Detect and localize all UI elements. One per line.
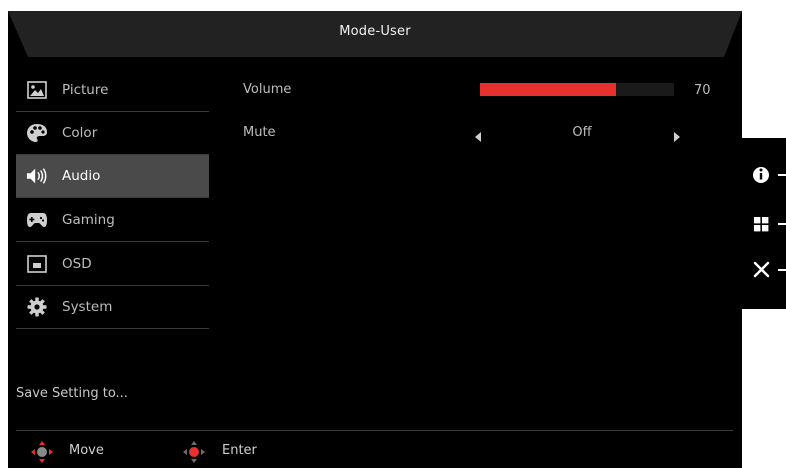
mute-left-arrow-icon[interactable] xyxy=(474,127,482,142)
joystick-move-icon xyxy=(30,440,54,464)
page-title: Mode-User xyxy=(339,24,411,39)
sidebar-item-audio[interactable]: Audio xyxy=(16,155,209,197)
volume-value: 70 xyxy=(694,83,711,98)
palette-icon xyxy=(26,122,48,144)
save-setting-link[interactable]: Save Setting to... xyxy=(16,386,128,401)
sidebar-item-label: System xyxy=(62,299,113,315)
volume-slider-fill xyxy=(480,83,616,96)
sidebar-item-label: Picture xyxy=(62,82,109,98)
menu-grid-icon xyxy=(754,217,769,232)
sidebar-item-label: Color xyxy=(62,125,98,141)
hotkey-info[interactable] xyxy=(741,163,786,187)
mute-value: Off xyxy=(572,125,592,140)
gear-icon xyxy=(26,296,48,318)
speaker-icon xyxy=(26,165,48,187)
hotkey-panel xyxy=(741,138,786,309)
divider xyxy=(16,197,209,198)
divider xyxy=(16,328,209,329)
sidebar-item-picture[interactable]: Picture xyxy=(16,69,209,111)
sidebar-item-label: OSD xyxy=(62,256,92,272)
osd-header: Mode-User xyxy=(8,11,742,57)
sidebar-item-gaming[interactable]: Gaming xyxy=(16,199,209,241)
info-icon xyxy=(753,167,769,183)
hotkey-menu[interactable] xyxy=(741,212,786,236)
sidebar-item-osd[interactable]: OSD xyxy=(16,243,209,285)
sidebar-item-label: Audio xyxy=(62,168,101,184)
osd-icon xyxy=(26,253,48,275)
divider xyxy=(16,430,733,431)
enter-label: Enter xyxy=(222,443,257,458)
hotkey-close[interactable] xyxy=(741,258,786,282)
sidebar-item-color[interactable]: Color xyxy=(16,112,209,154)
mute-right-arrow-icon[interactable] xyxy=(673,127,681,142)
close-icon xyxy=(753,261,770,278)
divider xyxy=(16,241,209,242)
volume-label: Volume xyxy=(243,82,292,97)
mute-label: Mute xyxy=(243,125,276,140)
joystick-enter-icon xyxy=(182,440,206,464)
sidebar-item-label: Gaming xyxy=(62,212,115,228)
volume-slider[interactable] xyxy=(480,83,674,96)
sidebar-item-system[interactable]: System xyxy=(16,286,209,328)
picture-icon xyxy=(26,79,48,101)
move-label: Move xyxy=(69,443,104,458)
gamepad-icon xyxy=(26,209,48,231)
